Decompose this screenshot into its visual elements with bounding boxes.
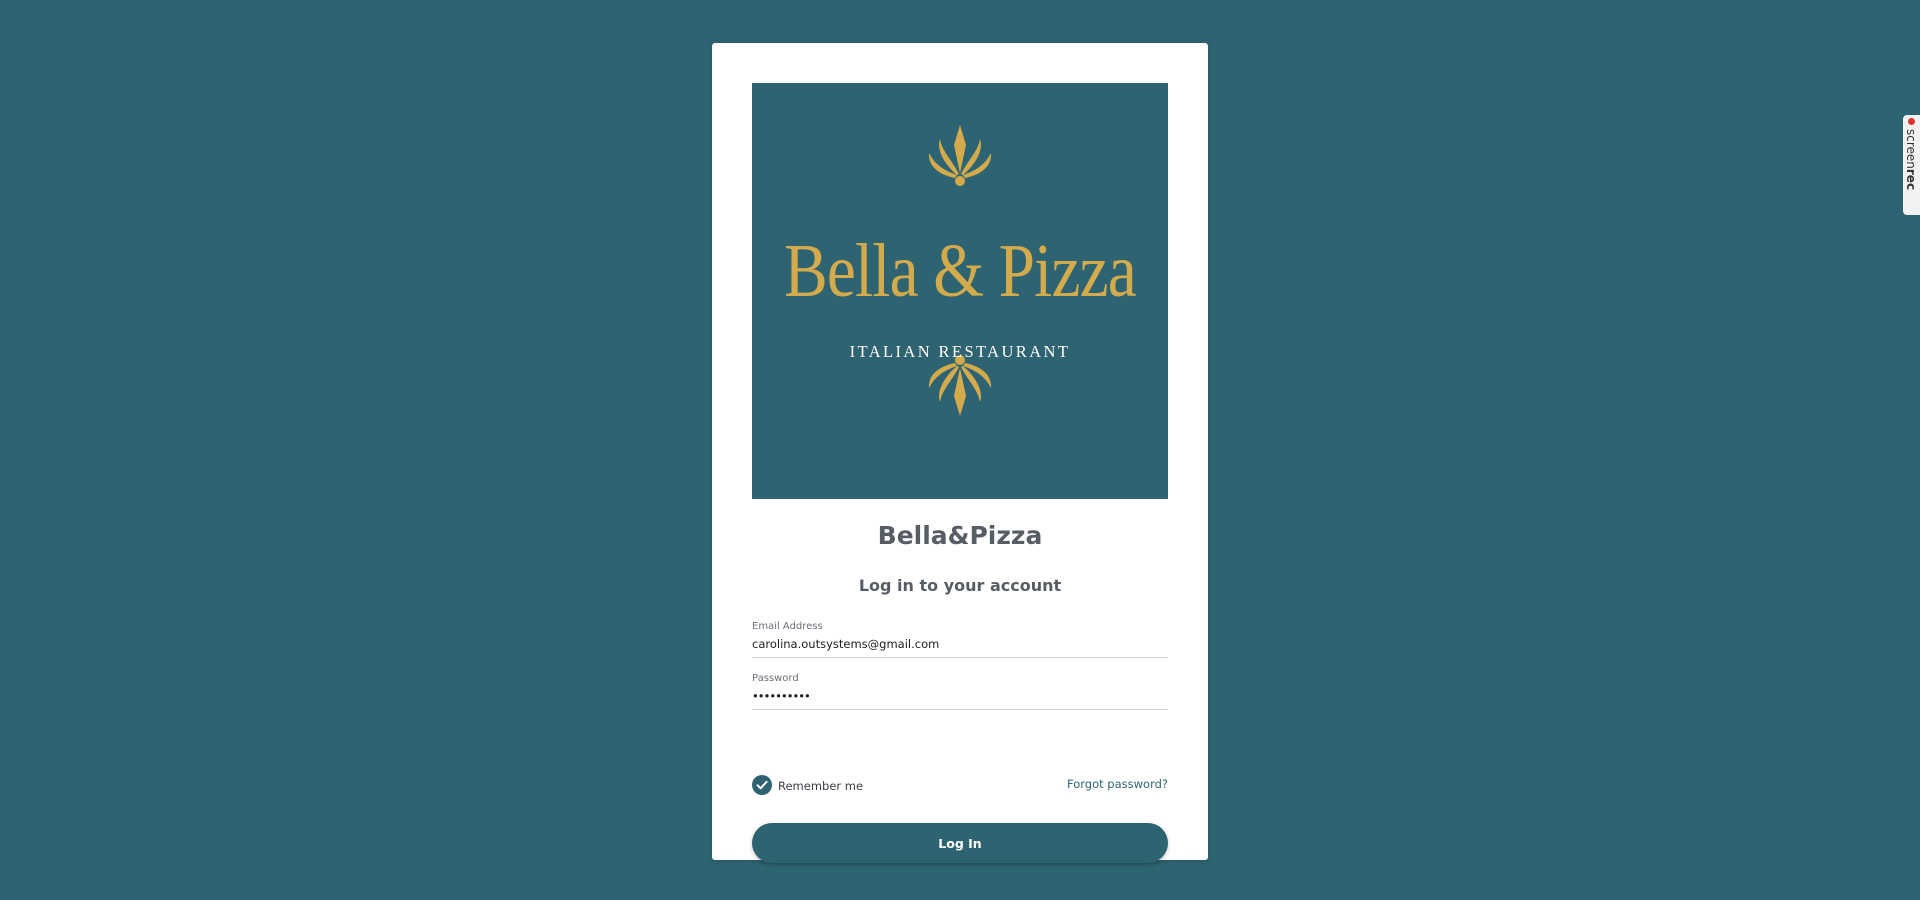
app-title: Bella&Pizza [877,521,1043,550]
forgot-password-link[interactable]: Forgot password? [1067,777,1168,791]
logo-restaurant-name: Bella & Pizza [784,229,1137,313]
email-input[interactable] [752,637,1162,651]
logo-tagline: ITALIAN RESTAURANT [849,342,1071,361]
login-heading: Log in to your account [858,576,1062,595]
remember-me-checkbox[interactable] [752,775,772,795]
checkmark-icon [756,780,768,790]
password-label: Password [752,673,799,684]
password-field: Password [752,673,1168,710]
screenrec-text-light: screen [1904,129,1918,169]
screenrec-badge[interactable]: screenrec [1903,115,1920,215]
restaurant-logo: Bella & Pizza ITALIAN RESTAURANT [752,83,1168,499]
fleur-top-icon [928,125,992,186]
fleur-bottom-icon [928,355,992,416]
login-button[interactable]: Log In [752,823,1168,863]
screenrec-label: screenrec [1904,129,1918,191]
screenrec-text-bold: rec [1904,168,1918,191]
password-input[interactable] [752,689,1162,703]
email-label: Email Address [752,621,823,632]
login-card: Bella & Pizza ITALIAN RESTAURANT Bella&P… [712,43,1208,863]
record-dot-icon [1908,118,1915,125]
remember-me-label[interactable]: Remember me [778,779,863,793]
email-field: Email Address [752,621,1168,658]
